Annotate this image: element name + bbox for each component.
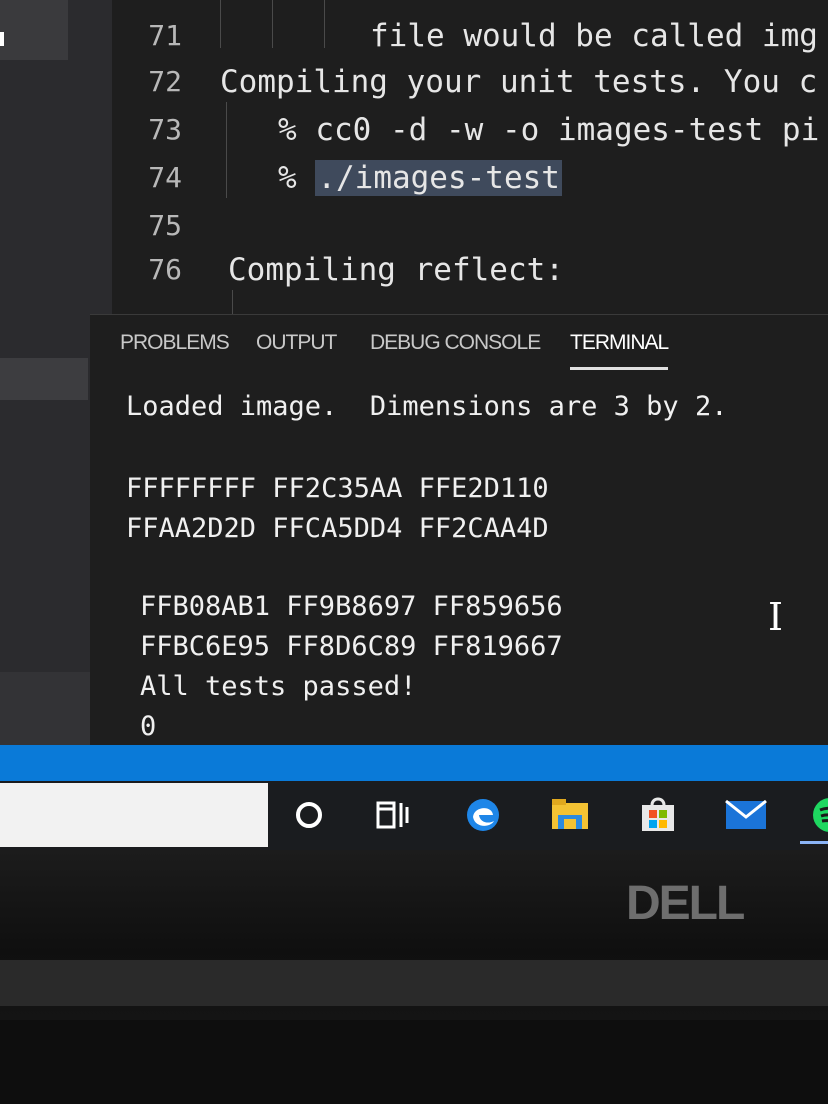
taskbar-search-box[interactable] [0, 783, 268, 847]
prompt-text: % [278, 160, 316, 196]
selected-text: ./images-test [315, 160, 562, 196]
editor-line[interactable]: 72 Compiling your unit tests. You c [112, 58, 828, 106]
line-number: 76 [148, 253, 182, 286]
screen: 71 file would be called img 72 Compiling… [0, 0, 828, 850]
sidebar-item-active[interactable] [0, 0, 68, 60]
code-text: Compiling your unit tests. You c [220, 64, 818, 100]
line-number: 75 [148, 209, 182, 242]
active-indicator [0, 32, 4, 46]
code-text: % cc0 -d -w -o images-test pi [278, 112, 820, 148]
line-number: 74 [148, 161, 182, 194]
app-running-indicator [800, 841, 828, 844]
taskbar [0, 781, 828, 850]
code-text: file would be called img [370, 18, 818, 54]
line-number: 73 [148, 113, 182, 146]
line-number: 71 [148, 19, 182, 52]
mail-icon[interactable] [724, 793, 768, 837]
tab-output[interactable]: OUTPUT [256, 319, 337, 367]
terminal-line: All tests passed! [140, 671, 417, 702]
file-explorer-icon[interactable] [548, 793, 592, 837]
tab-problems[interactable]: PROBLEMS [120, 319, 230, 367]
tab-debug-console[interactable]: DEBUG CONSOLE [370, 319, 541, 367]
code-text: % ./images-test [278, 154, 562, 202]
editor-line[interactable]: 74 % ./images-test [112, 154, 828, 202]
code-text: Compiling reflect: [228, 252, 564, 288]
bottom-panel: PROBLEMS OUTPUT DEBUG CONSOLE TERMINAL L… [90, 314, 828, 746]
laptop-bezel: DELL [0, 850, 828, 1104]
keyboard-edge [0, 1020, 828, 1104]
tab-terminal[interactable]: TERMINAL [570, 319, 669, 370]
terminal-line: FFB08AB1 FF9B8697 FF859656 [140, 591, 563, 622]
cortana-icon[interactable] [287, 793, 331, 837]
terminal-line: FFFFFFFF FF2C35AA FFE2D110 [126, 473, 549, 504]
code-editor[interactable]: 71 file would be called img 72 Compiling… [112, 0, 828, 314]
editor-line[interactable]: 75 [112, 202, 828, 250]
terminal-line: Loaded image. Dimensions are 3 by 2. [126, 391, 728, 422]
line-number: 72 [148, 65, 182, 98]
hinge [0, 960, 828, 1006]
sidebar-item[interactable] [0, 358, 88, 400]
editor-line[interactable]: 76 Compiling reflect: [112, 246, 828, 294]
terminal-line: FFAA2D2D FFCA5DD4 FF2CAA4D [126, 513, 549, 544]
brand-logo: DELL [626, 877, 745, 930]
editor-line[interactable]: 71 file would be called img [112, 12, 828, 60]
text-cursor-icon: I [768, 595, 784, 639]
store-icon[interactable] [636, 793, 680, 837]
editor-line[interactable]: 73 % cc0 -d -w -o images-test pi [112, 106, 828, 154]
task-view-icon[interactable] [370, 793, 414, 837]
status-bar [0, 745, 828, 781]
terminal-output[interactable]: Loaded image. Dimensions are 3 by 2. FFF… [126, 381, 727, 742]
terminal-line: FFBC6E95 FF8D6C89 FF819667 [140, 631, 563, 662]
edge-icon[interactable] [461, 793, 505, 837]
terminal-line: 0 [140, 711, 157, 742]
spotify-icon[interactable] [808, 793, 828, 837]
